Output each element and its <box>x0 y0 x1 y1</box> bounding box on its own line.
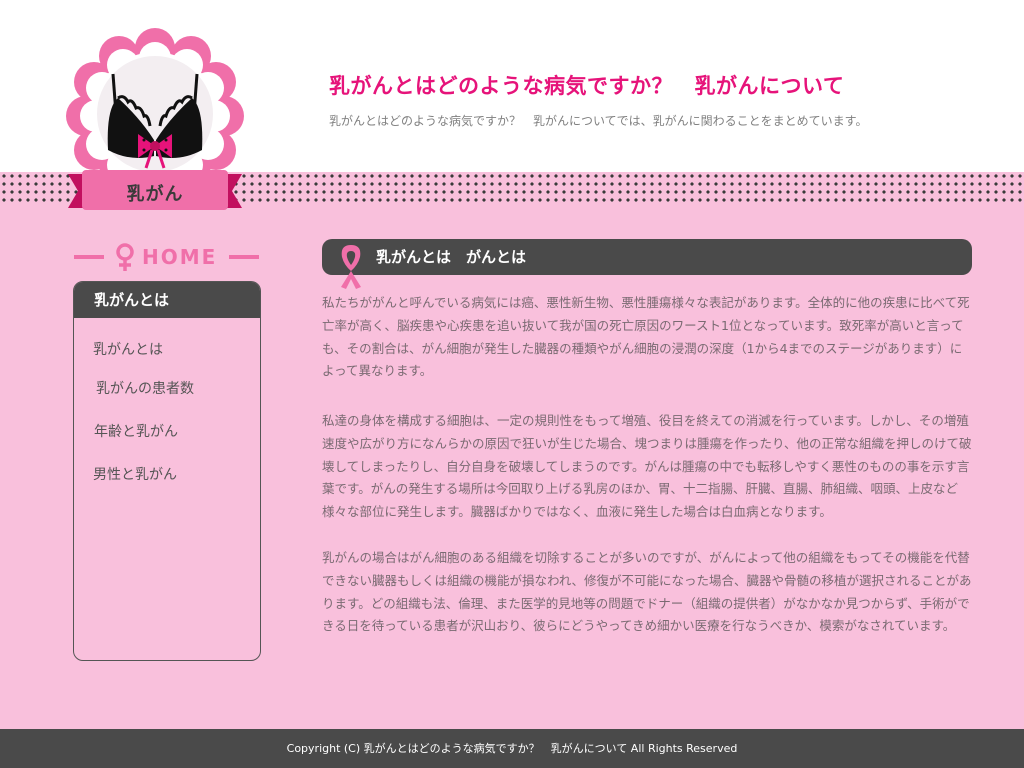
venus-icon <box>116 243 134 271</box>
menu-title: 乳がんとは <box>74 282 260 318</box>
footer: Copyright (C) 乳がんとはどのような病気ですか？ 乳がんについて A… <box>0 729 1024 768</box>
site-logo[interactable]: 乳がん <box>66 22 252 222</box>
sidebar-item-about-breast-cancer[interactable]: 乳がんとは <box>93 339 163 359</box>
sidebar-item-age[interactable]: 年齢と乳がん <box>94 421 178 441</box>
divider <box>74 255 104 259</box>
sidebar-menu: 乳がんとは 乳がんとは 乳がんの患者数 年齢と乳がん 男性と乳がん <box>73 281 261 661</box>
copyright-text: Copyright (C) 乳がんとはどのような病気ですか？ 乳がんについて A… <box>286 742 738 755</box>
site-title[interactable]: 乳がんとはどのような病気ですか？ 乳がんについて <box>329 70 844 100</box>
content-heading: 乳がんとは がんとは <box>322 239 972 289</box>
site-description: 乳がんとはどのような病気ですか？ 乳がんについてでは、乳がんに関わることをまとめ… <box>329 114 868 128</box>
logo-label: 乳がん <box>126 184 184 205</box>
sidebar-item-male[interactable]: 男性と乳がん <box>93 464 177 484</box>
sidebar-item-patient-count[interactable]: 乳がんの患者数 <box>96 378 194 398</box>
home-link[interactable]: HOME <box>72 243 262 271</box>
pink-ribbon-icon <box>341 245 361 289</box>
divider <box>229 255 259 259</box>
content-heading-text: 乳がんとは がんとは <box>376 248 527 266</box>
content-paragraph: 私達の身体を構成する細胞は、一定の規則性をもって増殖、役目を終えての消滅を行って… <box>322 413 972 520</box>
content-paragraph: 私たちががんと呼んでいる病気には癌、悪性新生物、悪性腫瘍様々な表記があります。全… <box>322 295 970 379</box>
content-paragraph: 乳がんの場合はがん細胞のある組織を切除することが多いのですが、がんによって他の組… <box>322 550 972 634</box>
home-label[interactable]: HOME <box>142 245 217 269</box>
